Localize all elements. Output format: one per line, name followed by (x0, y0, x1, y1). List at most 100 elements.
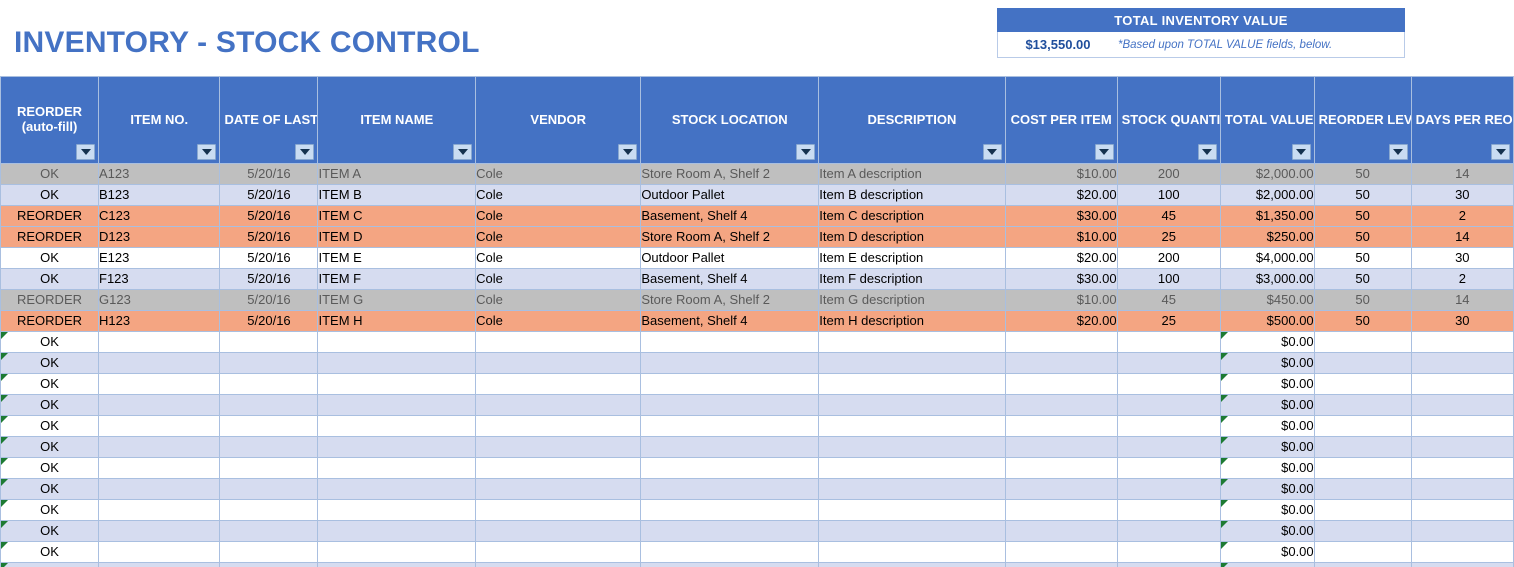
table-row[interactable]: OK$0.00 (1, 437, 1514, 458)
cell-days[interactable] (1411, 353, 1513, 374)
cell-item-no[interactable] (99, 332, 220, 353)
cell-item-no[interactable]: H123 (99, 311, 220, 332)
cell-date[interactable]: 5/20/16 (220, 185, 318, 206)
cell-description[interactable]: Item B description (819, 185, 1005, 206)
cell-item-name[interactable] (318, 416, 476, 437)
cell-location[interactable]: Basement, Shelf 4 (641, 269, 819, 290)
cell-reorder[interactable]: OK (1, 521, 99, 542)
table-row[interactable]: OK$0.00 (1, 521, 1514, 542)
cell-description[interactable]: Item A description (819, 164, 1005, 185)
cell-date[interactable]: 5/20/16 (220, 164, 318, 185)
cell-cost[interactable] (1005, 563, 1117, 567)
cell-description[interactable] (819, 479, 1005, 500)
cell-days[interactable]: 30 (1411, 311, 1513, 332)
cell-item-no[interactable]: C123 (99, 206, 220, 227)
cell-location[interactable] (641, 395, 819, 416)
cell-item-name[interactable]: ITEM B (318, 185, 476, 206)
cell-cost[interactable] (1005, 332, 1117, 353)
table-row[interactable]: OK$0.00 (1, 563, 1514, 567)
cell-reorder[interactable]: REORDER (1, 227, 99, 248)
cell-item-no[interactable] (99, 437, 220, 458)
table-row[interactable]: REORDERD1235/20/16ITEM DColeStore Room A… (1, 227, 1514, 248)
cell-location[interactable]: Basement, Shelf 4 (641, 311, 819, 332)
cell-total[interactable]: $0.00 (1220, 500, 1314, 521)
cell-total[interactable]: $0.00 (1220, 542, 1314, 563)
table-row[interactable]: OKA1235/20/16ITEM AColeStore Room A, She… (1, 164, 1514, 185)
cell-vendor[interactable] (476, 458, 641, 479)
cell-location[interactable] (641, 353, 819, 374)
cell-qty[interactable]: 45 (1117, 206, 1220, 227)
cell-location[interactable]: Store Room A, Shelf 2 (641, 227, 819, 248)
cell-item-name[interactable] (318, 437, 476, 458)
cell-description[interactable] (819, 395, 1005, 416)
cell-description[interactable]: Item H description (819, 311, 1005, 332)
cell-level[interactable] (1314, 500, 1411, 521)
cell-vendor[interactable] (476, 374, 641, 395)
cell-reorder[interactable]: OK (1, 458, 99, 479)
cell-item-no[interactable]: D123 (99, 227, 220, 248)
table-row[interactable]: OK$0.00 (1, 332, 1514, 353)
cell-vendor[interactable]: Cole (476, 248, 641, 269)
cell-description[interactable] (819, 563, 1005, 567)
cell-days[interactable] (1411, 563, 1513, 567)
cell-item-no[interactable] (99, 500, 220, 521)
cell-reorder[interactable]: OK (1, 353, 99, 374)
cell-total[interactable]: $500.00 (1220, 311, 1314, 332)
cell-location[interactable] (641, 521, 819, 542)
cell-days[interactable]: 14 (1411, 290, 1513, 311)
filter-dropdown-icon[interactable] (76, 144, 95, 160)
cell-vendor[interactable]: Cole (476, 227, 641, 248)
cell-date[interactable]: 5/20/16 (220, 311, 318, 332)
cell-level[interactable] (1314, 395, 1411, 416)
cell-days[interactable]: 2 (1411, 269, 1513, 290)
cell-cost[interactable]: $20.00 (1005, 248, 1117, 269)
table-row[interactable]: OK$0.00 (1, 458, 1514, 479)
cell-description[interactable] (819, 416, 1005, 437)
cell-reorder[interactable]: OK (1, 269, 99, 290)
cell-qty[interactable] (1117, 458, 1220, 479)
table-row[interactable]: REORDERH1235/20/16ITEM HColeBasement, Sh… (1, 311, 1514, 332)
cell-total[interactable]: $2,000.00 (1220, 185, 1314, 206)
cell-total[interactable]: $0.00 (1220, 395, 1314, 416)
cell-vendor[interactable] (476, 500, 641, 521)
cell-cost[interactable] (1005, 353, 1117, 374)
cell-date[interactable]: 5/20/16 (220, 269, 318, 290)
cell-qty[interactable] (1117, 353, 1220, 374)
cell-description[interactable] (819, 374, 1005, 395)
cell-item-name[interactable] (318, 563, 476, 567)
cell-item-name[interactable] (318, 332, 476, 353)
cell-location[interactable]: Outdoor Pallet (641, 248, 819, 269)
cell-description[interactable]: Item E description (819, 248, 1005, 269)
cell-vendor[interactable]: Cole (476, 290, 641, 311)
cell-days[interactable] (1411, 416, 1513, 437)
cell-days[interactable] (1411, 395, 1513, 416)
table-row[interactable]: OK$0.00 (1, 416, 1514, 437)
cell-reorder[interactable]: OK (1, 542, 99, 563)
cell-cost[interactable]: $30.00 (1005, 269, 1117, 290)
cell-reorder[interactable]: REORDER (1, 311, 99, 332)
cell-date[interactable]: 5/20/16 (220, 248, 318, 269)
cell-reorder[interactable]: OK (1, 563, 99, 567)
cell-days[interactable] (1411, 374, 1513, 395)
cell-vendor[interactable] (476, 542, 641, 563)
cell-total[interactable]: $1,350.00 (1220, 206, 1314, 227)
table-row[interactable]: REORDERG1235/20/16ITEM GColeStore Room A… (1, 290, 1514, 311)
cell-item-no[interactable]: A123 (99, 164, 220, 185)
cell-description[interactable] (819, 332, 1005, 353)
cell-date[interactable] (220, 458, 318, 479)
cell-level[interactable] (1314, 437, 1411, 458)
cell-item-name[interactable] (318, 542, 476, 563)
cell-level[interactable]: 50 (1314, 248, 1411, 269)
cell-level[interactable] (1314, 458, 1411, 479)
cell-level[interactable] (1314, 521, 1411, 542)
cell-date[interactable] (220, 479, 318, 500)
filter-dropdown-icon[interactable] (618, 144, 637, 160)
cell-level[interactable] (1314, 542, 1411, 563)
table-row[interactable]: OK $0.00 (1, 542, 1514, 563)
cell-description[interactable]: Item G description (819, 290, 1005, 311)
cell-item-name[interactable] (318, 353, 476, 374)
table-row[interactable]: OK$0.00 (1, 395, 1514, 416)
cell-days[interactable] (1411, 479, 1513, 500)
cell-cost[interactable]: $10.00 (1005, 164, 1117, 185)
cell-days[interactable]: 14 (1411, 164, 1513, 185)
